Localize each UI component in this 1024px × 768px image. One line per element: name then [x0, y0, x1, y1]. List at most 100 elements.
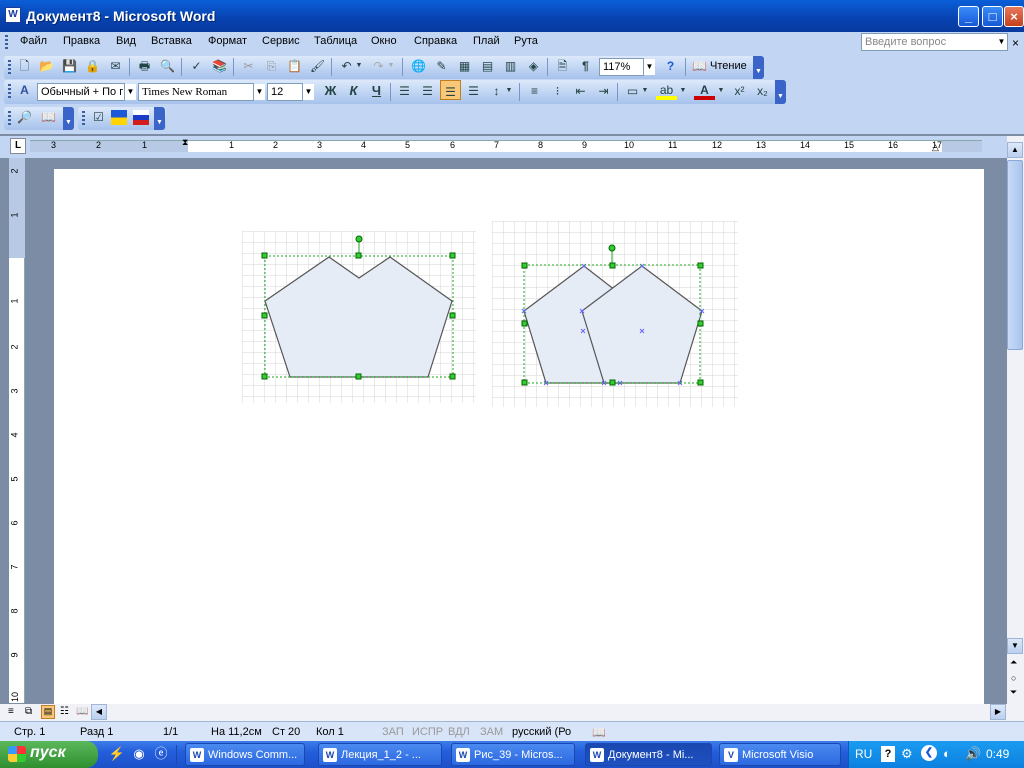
menu-view[interactable]: Вид [116, 35, 136, 47]
insert-table-icon[interactable]: ▦ [454, 56, 475, 76]
align-left-icon[interactable]: ☰ [394, 80, 415, 100]
toolbar-options-icon[interactable]: ▼ [63, 107, 74, 130]
bullets-icon[interactable]: ⁝ [547, 80, 568, 100]
minimize-button[interactable]: _ [958, 6, 979, 27]
help-tray-icon[interactable]: ? [881, 746, 895, 762]
normal-view-icon[interactable]: ≡ [8, 706, 14, 717]
print-layout-icon[interactable]: ▤ [41, 705, 55, 719]
save-icon[interactable]: 💾 [59, 56, 80, 76]
prev-page-icon[interactable]: ⏶ [1010, 657, 1017, 668]
taskbar-button-active[interactable]: W Документ8 - Mi... [585, 743, 712, 766]
quicklaunch-browser-icon[interactable]: ⓔ [152, 745, 170, 763]
drawing-merged-shape[interactable] [242, 231, 476, 403]
toolbar-grip[interactable] [8, 111, 11, 126]
font-dropdown-icon[interactable]: ▼ [254, 84, 265, 100]
ukraine-flag-icon[interactable] [111, 110, 127, 125]
line-spacing-dropdown-icon[interactable]: ▼ [504, 80, 514, 100]
scroll-up-icon[interactable]: ▲ [1007, 142, 1023, 158]
zoom-dropdown-icon[interactable]: ▼ [644, 59, 655, 75]
read-button[interactable]: Чтение [710, 60, 747, 72]
vertical-ruler[interactable]: 2 1 1 2 3 4 5 6 7 8 9 10 [9, 158, 25, 703]
scroll-thumb[interactable] [1007, 160, 1023, 350]
italic-button[interactable]: К [343, 80, 364, 100]
drawing-icon[interactable]: ◈ [523, 56, 544, 76]
subscript-icon[interactable]: x₂ [752, 80, 773, 100]
clock[interactable]: 0:49 [986, 747, 1009, 761]
email-icon[interactable]: ✉ [105, 56, 126, 76]
taskbar-button[interactable]: W Рис_39 - Micros... [451, 743, 575, 766]
menu-window[interactable]: Окно [371, 35, 397, 47]
scroll-down-icon[interactable]: ▼ [1007, 638, 1023, 654]
research-icon[interactable]: 📚 [209, 56, 230, 76]
menu-insert[interactable]: Вставка [151, 35, 192, 47]
spelling-icon[interactable]: ✓ [186, 56, 207, 76]
quicklaunch-icon-1[interactable]: ⚡ [108, 745, 126, 763]
font-color-dropdown-icon[interactable]: ▼ [716, 80, 726, 100]
menu-grip[interactable] [5, 35, 8, 51]
taskbar-button[interactable]: V Microsoft Visio [719, 743, 841, 766]
status-trk[interactable]: ИСПР [412, 726, 443, 738]
toolbar-options-icon[interactable]: ▼ [753, 56, 764, 79]
tables-borders-icon[interactable]: ✎ [431, 56, 452, 76]
title-bar[interactable]: W Документ8 - Microsoft Word _ □ × [0, 0, 1024, 32]
highlight-dropdown-icon[interactable]: ▼ [678, 80, 688, 100]
style-field[interactable]: Обычный + По г [37, 83, 125, 101]
redo-dropdown-icon[interactable]: ▼ [386, 56, 396, 76]
taskbar-button[interactable]: W Лекция_1_2 - ... [318, 743, 442, 766]
status-language[interactable]: русский (Ро [512, 726, 571, 738]
help-icon[interactable]: ? [660, 56, 681, 76]
browse-object-icon[interactable]: ○ [1011, 673, 1016, 683]
toolbar-options-icon[interactable]: ▼ [154, 107, 165, 130]
menu-file[interactable]: Файл [20, 35, 47, 47]
align-center-icon[interactable]: ☰ [417, 80, 438, 100]
menu-format[interactable]: Формат [208, 35, 247, 47]
horizontal-scrollbar[interactable]: ≡ ⧉ ▤ ☷ 📖 ◀ ▶ [0, 704, 1024, 721]
increase-indent-icon[interactable]: ⇥ [593, 80, 614, 100]
paste-icon[interactable]: 📋 [284, 56, 305, 76]
zoom-field[interactable]: 117% [599, 58, 644, 76]
document-map-icon[interactable]: 🗎 [552, 56, 573, 76]
insert-excel-icon[interactable]: ▤ [477, 56, 498, 76]
ask-question-input[interactable]: Введите вопрос [861, 33, 1008, 51]
menu-edit[interactable]: Правка [63, 35, 100, 47]
align-right-icon[interactable]: ☰ [440, 80, 461, 100]
show-hide-icon[interactable]: ¶ [575, 56, 596, 76]
superscript-icon[interactable]: x² [729, 80, 750, 100]
cut-icon[interactable]: ✂ [238, 56, 259, 76]
highlight-icon[interactable]: ab [656, 80, 677, 100]
rotate-handle-icon[interactable] [608, 244, 616, 252]
ask-dropdown-icon[interactable]: ▼ [996, 34, 1007, 50]
menu-tools[interactable]: Сервис [262, 35, 300, 47]
close-button[interactable]: × [1004, 6, 1024, 27]
start-button[interactable]: пуск [0, 741, 98, 768]
toolbar-options-icon[interactable]: ▼ [775, 80, 786, 104]
russia-flag-icon[interactable] [133, 110, 149, 125]
print-icon[interactable]: 🖶 [134, 56, 155, 76]
spelling-status-icon[interactable]: 📖 [592, 726, 606, 739]
outline-view-icon[interactable]: ☷ [60, 706, 69, 717]
numbering-icon[interactable]: ≡ [524, 80, 545, 100]
columns-icon[interactable]: ▥ [500, 56, 521, 76]
toolbar-grip[interactable] [8, 60, 11, 75]
drawing-overlapping-shapes[interactable] [492, 221, 738, 407]
next-page-icon[interactable]: ⏷ [1010, 687, 1017, 698]
vertical-scrollbar[interactable]: ▲ ▼ ⏶ ○ ⏷ [1007, 136, 1024, 704]
bold-button[interactable]: Ж [320, 80, 341, 100]
status-ovr[interactable]: ЗАМ [480, 726, 503, 738]
format-painter-icon[interactable]: 🖌 [307, 56, 328, 76]
menu-ruta[interactable]: Рута [514, 35, 538, 47]
read-icon[interactable]: 📖 [689, 56, 710, 76]
permission-icon[interactable]: 🔒 [82, 56, 103, 76]
network-icon[interactable]: ◐ [943, 746, 951, 761]
font-size-dropdown-icon[interactable]: ▼ [303, 84, 314, 100]
scroll-right-icon[interactable]: ▶ [990, 704, 1006, 720]
new-doc-icon[interactable]: 🗋 [14, 56, 35, 76]
justify-icon[interactable]: ☰ [463, 80, 484, 100]
reading-icon[interactable]: 📖 [38, 107, 59, 127]
tray-icon[interactable]: ⚙ [901, 746, 913, 762]
tab-selector-button[interactable]: L [10, 138, 26, 154]
taskbar-button[interactable]: W Windows Comm... [185, 743, 305, 766]
menu-table[interactable]: Таблица [314, 35, 357, 47]
status-ext[interactable]: ВДЛ [448, 726, 470, 738]
reading-view-icon[interactable]: 📖 [76, 706, 88, 717]
